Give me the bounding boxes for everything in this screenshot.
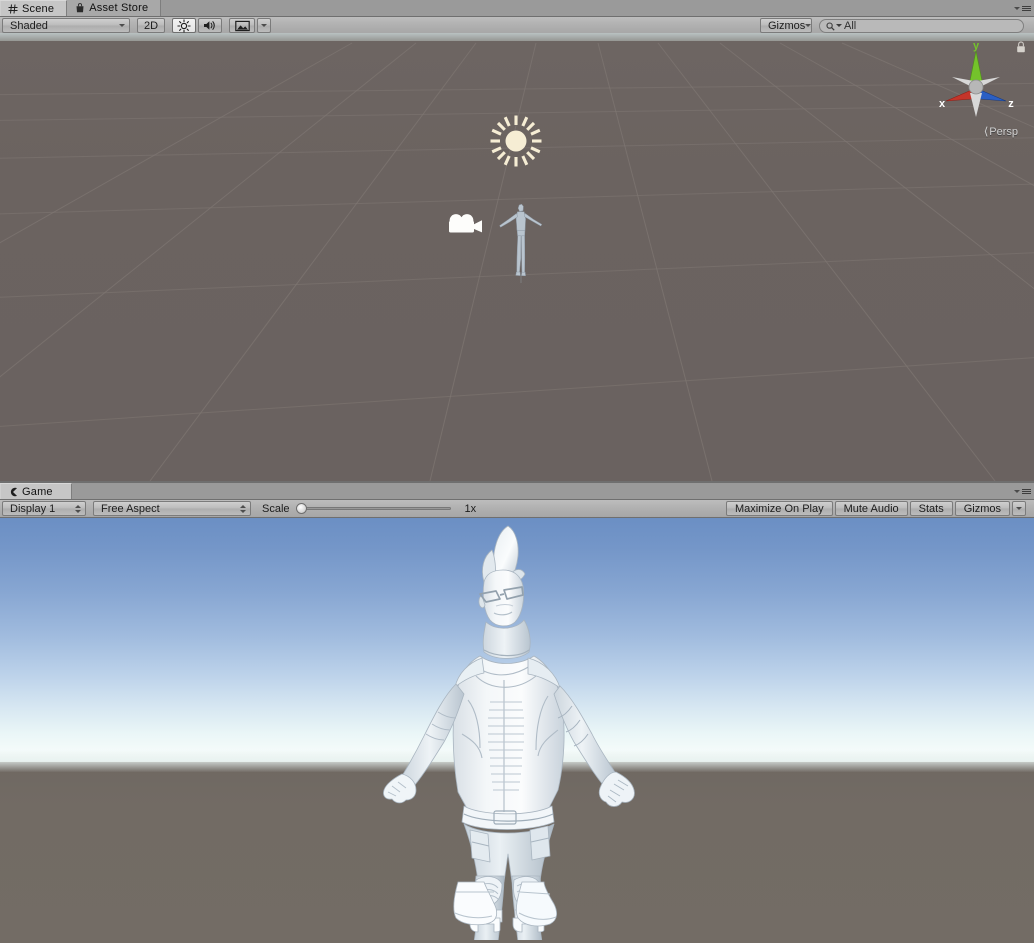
game-maximize-on-play-toggle[interactable]: Maximize On Play bbox=[725, 501, 833, 516]
game-aspect-dropdown[interactable]: Free Aspect bbox=[93, 501, 251, 516]
axis-gizmo-x-label: x bbox=[939, 98, 946, 110]
search-icon bbox=[826, 21, 835, 31]
updown-icon bbox=[240, 504, 246, 513]
scene-fx-toggle[interactable] bbox=[229, 18, 255, 33]
sun-icon bbox=[177, 18, 191, 33]
chevron-down-icon bbox=[261, 24, 267, 27]
game-gizmos-button[interactable]: Gizmos bbox=[954, 501, 1010, 516]
left-arrow-icon: ⟨ bbox=[983, 126, 989, 138]
chevron-down-icon bbox=[1014, 490, 1020, 493]
tab-game[interactable]: Game bbox=[0, 483, 72, 499]
unity-editor-window: Scene Asset Store Shaded 2D Gizmos All y… bbox=[0, 0, 1034, 943]
game-maximize-on-play-label: Maximize On Play bbox=[734, 502, 824, 515]
game-panel-options-button[interactable] bbox=[1014, 486, 1031, 497]
scene-panel: Scene Asset Store Shaded 2D Gizmos All bbox=[0, 0, 1034, 35]
scene-perspective-grid bbox=[0, 42, 1034, 481]
axis-gizmo-z-label: z bbox=[1008, 98, 1014, 110]
scene-search-text: All bbox=[844, 19, 857, 32]
scene-axis-gizmo[interactable]: y x z bbox=[930, 39, 1022, 139]
scene-tabstrip: Scene Asset Store bbox=[0, 0, 1034, 17]
game-tabstrip-filler bbox=[71, 483, 1034, 499]
scene-tabstrip-filler bbox=[161, 0, 1034, 16]
scene-fx-dropdown[interactable] bbox=[257, 18, 271, 33]
scene-draw-mode-dropdown[interactable]: Shaded bbox=[2, 18, 130, 33]
chevron-down-icon bbox=[119, 24, 125, 27]
scene-audio-toggle[interactable] bbox=[198, 18, 222, 33]
scene-projection-toggle[interactable]: ⟨Persp bbox=[984, 125, 1018, 138]
chevron-down-icon bbox=[805, 24, 812, 27]
speaker-icon bbox=[203, 19, 217, 32]
game-gizmos-dropdown[interactable] bbox=[1012, 501, 1026, 516]
tab-asset-store-label: Asset Store bbox=[89, 2, 149, 14]
chevron-down-icon bbox=[1016, 507, 1022, 510]
panel-options-icon bbox=[1022, 6, 1031, 11]
shopping-bag-icon bbox=[75, 3, 85, 13]
game-aspect-label: Free Aspect bbox=[101, 502, 160, 515]
game-character-boots bbox=[453, 881, 558, 927]
game-scale-label: Scale bbox=[262, 502, 290, 515]
game-tabstrip: Game bbox=[0, 483, 1034, 500]
grid-icon bbox=[8, 3, 18, 14]
game-viewport[interactable] bbox=[0, 518, 1034, 943]
panel-options-icon bbox=[1022, 489, 1031, 494]
scene-viewport[interactable]: y x z ⟨Persp bbox=[0, 33, 1034, 481]
slider-knob[interactable] bbox=[295, 503, 307, 514]
scene-lighting-toggle[interactable] bbox=[172, 18, 196, 33]
game-mute-audio-label: Mute Audio bbox=[843, 502, 899, 515]
scene-2d-label: 2D bbox=[143, 19, 159, 32]
tab-asset-store[interactable]: Asset Store bbox=[67, 0, 162, 16]
scene-draw-mode-label: Shaded bbox=[10, 19, 48, 32]
game-stats-toggle[interactable]: Stats bbox=[909, 501, 953, 516]
scene-panel-options-button[interactable] bbox=[1014, 3, 1031, 14]
tab-scene-label: Scene bbox=[22, 2, 55, 15]
chevron-down-icon bbox=[836, 24, 842, 27]
game-character-model bbox=[383, 525, 635, 940]
scene-projection-label: Persp bbox=[989, 126, 1018, 138]
game-toolbar: Display 1 Free Aspect Scale 1x Maximize … bbox=[0, 500, 1034, 518]
scene-2d-toggle[interactable]: 2D bbox=[137, 18, 165, 33]
game-display-label: Display 1 bbox=[10, 502, 56, 515]
game-icon bbox=[8, 487, 18, 497]
scene-gizmos-dropdown[interactable]: Gizmos bbox=[760, 18, 812, 33]
game-scale-value: 1x bbox=[464, 502, 477, 515]
slider-rail bbox=[295, 507, 451, 510]
scene-search-input[interactable]: All bbox=[819, 18, 1024, 33]
scene-gizmos-label: Gizmos bbox=[768, 19, 806, 32]
game-mute-audio-toggle[interactable]: Mute Audio bbox=[834, 501, 908, 516]
image-icon bbox=[234, 20, 250, 32]
game-gizmos-label: Gizmos bbox=[963, 502, 1001, 515]
game-display-dropdown[interactable]: Display 1 bbox=[2, 501, 86, 516]
axis-gizmo-y-label: y bbox=[973, 40, 980, 52]
game-panel: Game Display 1 Free Aspect Scale 1x Maxi… bbox=[0, 483, 1034, 518]
tab-scene[interactable]: Scene bbox=[0, 0, 68, 16]
game-stats-label: Stats bbox=[918, 502, 944, 515]
chevron-down-icon bbox=[1014, 7, 1020, 10]
updown-icon bbox=[75, 504, 81, 513]
game-scale-slider[interactable] bbox=[295, 503, 451, 514]
tab-game-label: Game bbox=[22, 485, 53, 498]
